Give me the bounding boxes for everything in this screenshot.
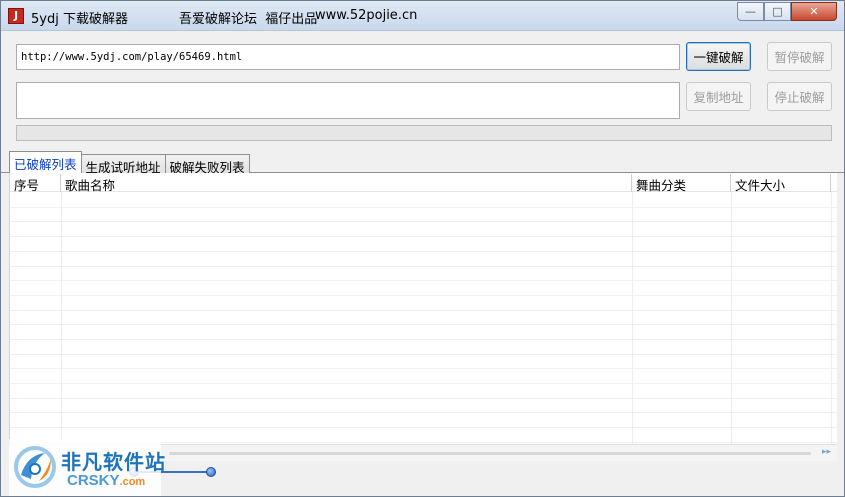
stop-button[interactable]: 停止破解 <box>767 82 832 111</box>
title-bar[interactable]: J 5ydj 下载破解器 吾爱破解论坛 福仔出品 www.52pojie.cn … <box>1 1 844 31</box>
scroll-right-icon[interactable]: ▸▸ <box>822 447 831 457</box>
list-header: 序号 歌曲名称 舞曲分类 文件大小 <box>10 174 837 193</box>
empty-row-line <box>10 295 837 296</box>
window-controls: — □ ✕ <box>737 2 837 22</box>
copy-address-button[interactable]: 复制地址 <box>686 82 751 111</box>
empty-row-line <box>10 280 837 281</box>
column-separator <box>61 192 62 444</box>
window-title-credit: 吾爱破解论坛 福仔出品 <box>179 12 318 27</box>
empty-row-line <box>10 427 837 428</box>
watermark-cn-text: 非凡软件站 <box>61 450 166 474</box>
col-header-song-name[interactable]: 歌曲名称 <box>61 174 632 193</box>
empty-row-line <box>10 383 837 384</box>
tab-cracked-list[interactable]: 已破解列表 <box>9 151 82 173</box>
empty-row-line <box>10 339 837 340</box>
pause-button[interactable]: 暂停破解 <box>767 42 832 71</box>
col-header-file-size[interactable]: 文件大小 <box>731 174 831 193</box>
column-separator <box>831 192 832 444</box>
app-window: J 5ydj 下载破解器 吾爱破解论坛 福仔出品 www.52pojie.cn … <box>0 0 845 497</box>
result-textbox[interactable] <box>16 82 680 119</box>
minimize-button[interactable]: — <box>737 2 764 21</box>
empty-row-line <box>10 236 837 237</box>
empty-row-line <box>10 398 837 399</box>
col-header-index[interactable]: 序号 <box>10 174 61 193</box>
scrollbar-track[interactable] <box>169 452 811 455</box>
watermark-en-brand: CRSKY <box>67 472 120 489</box>
tab-failed-list[interactable]: 破解失败列表 <box>164 154 250 175</box>
empty-row-line <box>10 207 837 208</box>
crsky-logo-icon <box>14 446 56 488</box>
crack-button[interactable]: 一键破解 <box>686 42 751 71</box>
tab-preview-urls[interactable]: 生成试听地址 <box>80 154 166 175</box>
column-separator <box>632 192 633 444</box>
empty-row-line <box>10 310 837 311</box>
maximize-button[interactable]: □ <box>764 2 791 21</box>
empty-row-line <box>10 412 837 413</box>
empty-row-line <box>10 221 837 222</box>
col-header-category[interactable]: 舞曲分类 <box>632 174 731 193</box>
empty-row-line <box>10 266 837 267</box>
column-separator <box>731 192 732 444</box>
results-list[interactable]: 序号 歌曲名称 舞曲分类 文件大小 <box>9 173 837 444</box>
window-title: 5ydj 下载破解器 <box>31 12 128 27</box>
watermark-en-text: CRSKY.com <box>67 472 145 489</box>
empty-row-line <box>10 324 837 325</box>
url-input[interactable]: http://www.5ydj.com/play/65469.html <box>16 44 680 70</box>
app-icon: J <box>8 8 24 24</box>
progress-bar <box>16 125 832 141</box>
tab-strip: 已破解列表 生成试听地址 破解失败列表 <box>9 151 250 175</box>
empty-row-line <box>10 251 837 252</box>
close-button[interactable]: ✕ <box>791 2 837 21</box>
watermark-en-suffix: .com <box>119 476 146 488</box>
empty-row-line <box>10 354 837 355</box>
window-title-site: www.52pojie.cn <box>315 8 418 23</box>
watermark: 非凡软件站 CRSKY.com <box>9 439 165 496</box>
empty-row-line <box>10 368 837 369</box>
volume-slider-thumb[interactable] <box>206 467 216 477</box>
